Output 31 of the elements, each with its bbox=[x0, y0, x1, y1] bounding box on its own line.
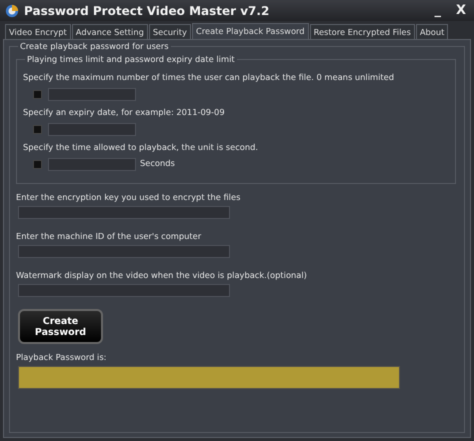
field-label: Enter the encryption key you used to encrypt the files bbox=[16, 192, 240, 202]
close-button[interactable]: X bbox=[456, 3, 466, 18]
tab[interactable]: Security bbox=[148, 24, 191, 39]
checkbox[interactable] bbox=[33, 90, 42, 99]
input-field[interactable] bbox=[48, 88, 136, 101]
input-field[interactable] bbox=[18, 206, 230, 219]
field-label: Watermark display on the video when the video is playback.(optional) bbox=[16, 270, 307, 280]
input-field[interactable] bbox=[48, 123, 136, 136]
group-title: Create playback password for users bbox=[18, 41, 171, 51]
tab[interactable]: Restore Encrypted Files bbox=[310, 24, 415, 39]
group-title: Playing times limit and password expiry date limit bbox=[25, 54, 237, 64]
password-output-field[interactable] bbox=[18, 366, 400, 389]
checkbox[interactable] bbox=[33, 160, 42, 169]
option-label: Specify the maximum number of times the user can playback the file. 0 means unlimited bbox=[23, 72, 394, 82]
result-label: Playback Password is: bbox=[16, 352, 106, 362]
tab[interactable]: Video Encrypt bbox=[5, 24, 71, 39]
unit-label: Seconds bbox=[140, 158, 175, 168]
option-label: Specify an expiry date, for example: 2011-09-09 bbox=[23, 107, 225, 117]
window-title: Password Protect Video Master v7.2 bbox=[24, 4, 270, 18]
checkbox[interactable] bbox=[33, 125, 42, 134]
input-field[interactable] bbox=[18, 245, 230, 258]
tab[interactable]: Advance Setting bbox=[72, 24, 148, 39]
field-label: Enter the machine ID of the user's computer bbox=[16, 231, 202, 241]
input-field[interactable] bbox=[48, 158, 136, 171]
create-password-button[interactable]: Create Password bbox=[18, 309, 103, 344]
tab[interactable]: Create Playback Password bbox=[192, 23, 309, 39]
tab[interactable]: About bbox=[416, 24, 448, 39]
option-label: Specify the time allowed to playback, the unit is second. bbox=[23, 142, 258, 152]
input-field[interactable] bbox=[18, 284, 230, 297]
app-logo-icon bbox=[5, 4, 19, 18]
minimize-button[interactable]: _ bbox=[434, 3, 441, 18]
